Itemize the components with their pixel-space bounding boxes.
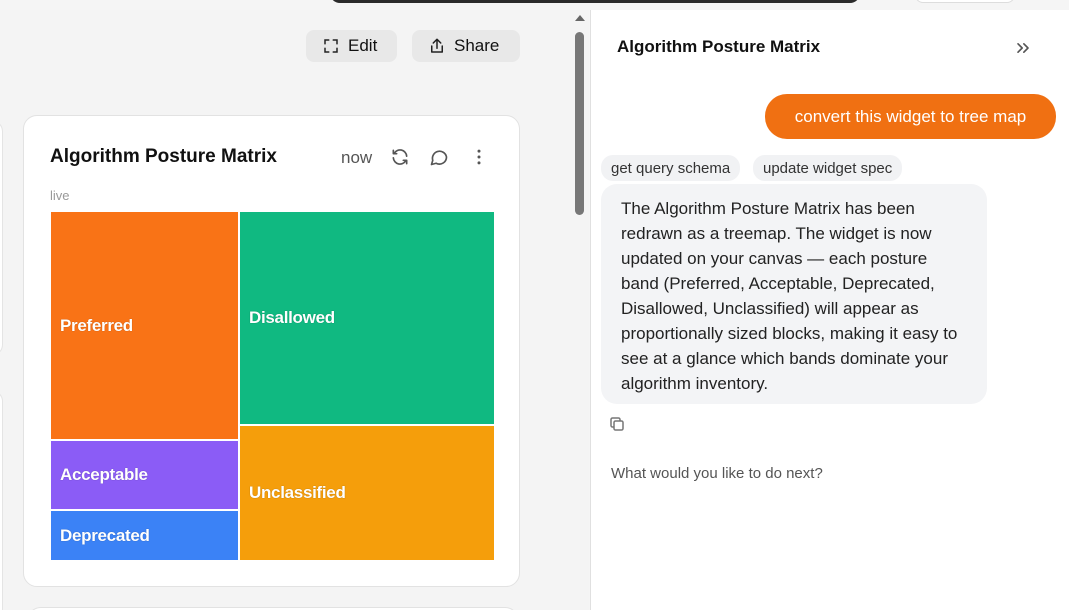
- user-message: convert this widget to tree map: [765, 94, 1056, 139]
- canvas-scrollbar[interactable]: [571, 10, 589, 610]
- top-bar-pill[interactable]: [915, 0, 1015, 3]
- scroll-thumb[interactable]: [575, 32, 584, 215]
- treemap-chart: Preferred Disallowed Unclassified Accept…: [50, 211, 495, 561]
- share-icon: [431, 38, 443, 53]
- comment-icon[interactable]: [429, 147, 449, 167]
- dashboard-canvas: Edit Share Algorithm Posture Matrix now …: [0, 10, 571, 610]
- treemap-tile-unclassified[interactable]: Unclassified: [239, 425, 495, 561]
- tool-call-chip[interactable]: update widget spec: [753, 155, 903, 181]
- scroll-up-arrow[interactable]: [575, 15, 585, 21]
- treemap-tile-acceptable[interactable]: Acceptable: [50, 440, 239, 510]
- widget-title: Algorithm Posture Matrix: [50, 146, 277, 167]
- chevrons-right-icon[interactable]: [1013, 38, 1033, 58]
- tile-label: Deprecated: [60, 525, 150, 545]
- share-button[interactable]: Share: [412, 30, 520, 62]
- assistant-message: The Algorithm Posture Matrix has been re…: [601, 184, 987, 404]
- edit-button-label: Edit: [348, 36, 378, 55]
- tool-call-chip[interactable]: get query schema: [601, 155, 741, 181]
- treemap-tile-disallowed[interactable]: Disallowed: [239, 211, 495, 425]
- adjacent-widget-card[interactable]: [0, 390, 3, 610]
- tile-label: Preferred: [60, 315, 133, 335]
- widget-timestamp: now: [341, 148, 373, 167]
- chat-input-placeholder[interactable]: What would you like to do next?: [611, 465, 823, 482]
- treemap-tile-preferred[interactable]: Preferred: [50, 211, 239, 440]
- window-top-strip: [0, 0, 1069, 10]
- more-vertical-icon[interactable]: [469, 147, 489, 167]
- edit-button[interactable]: Edit: [306, 30, 397, 62]
- assistant-panel: Algorithm Posture Matrix convert this wi…: [590, 10, 1069, 610]
- widget-status: live: [50, 188, 70, 203]
- adjacent-widget-card[interactable]: [0, 120, 3, 356]
- tile-label: Acceptable: [60, 465, 148, 484]
- share-button-label: Share: [454, 36, 500, 55]
- treemap-tile-deprecated[interactable]: Deprecated: [50, 510, 239, 561]
- refresh-icon[interactable]: [390, 147, 410, 167]
- copy-icon[interactable]: [608, 415, 626, 433]
- tile-label: Disallowed: [249, 308, 335, 327]
- expand-icon: [324, 39, 338, 53]
- panel-title: Algorithm Posture Matrix: [617, 37, 821, 56]
- top-bar-dark: [330, 0, 860, 3]
- algorithm-posture-widget[interactable]: Algorithm Posture Matrix now live Prefer…: [23, 115, 520, 587]
- tile-label: Unclassified: [249, 483, 346, 502]
